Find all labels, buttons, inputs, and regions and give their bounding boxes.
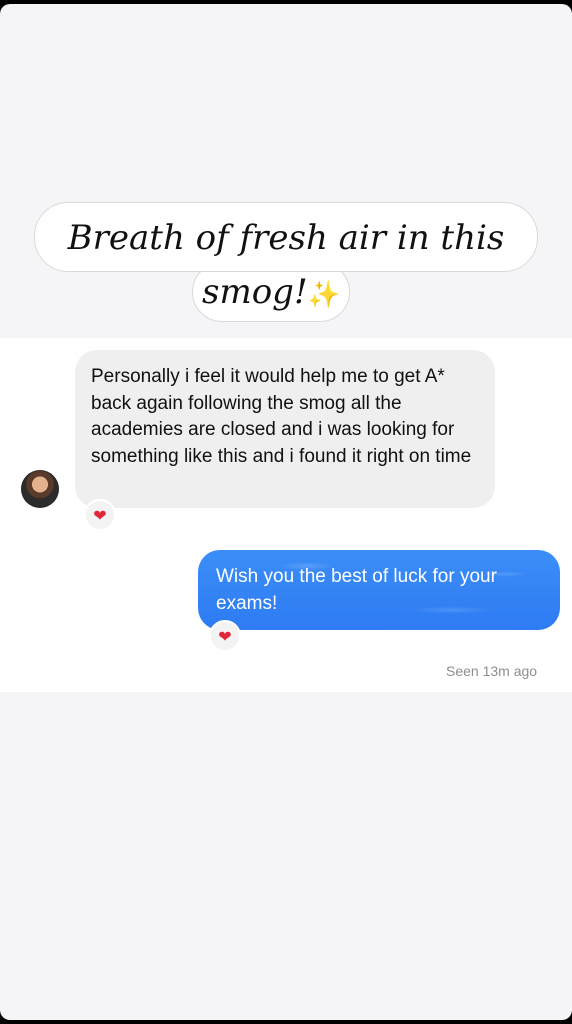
caption-text-line-1: Breath of fresh air in this xyxy=(67,218,505,258)
incoming-message-bubble[interactable]: Personally i feel it would help me to ge… xyxy=(75,350,495,508)
sparkles-icon: ✨ xyxy=(307,280,340,310)
incoming-message-text: Personally i feel it would help me to ge… xyxy=(91,366,472,467)
seen-status: Seen 13m ago xyxy=(446,663,538,679)
heart-reaction-icon[interactable]: ❤ xyxy=(209,620,241,652)
caption-sticker-line-1: Breath of fresh air in this xyxy=(34,202,538,272)
heart-reaction-icon[interactable]: ❤ xyxy=(84,499,116,531)
caption-text-line-2: smog! xyxy=(202,272,308,312)
avatar[interactable] xyxy=(21,470,59,508)
outgoing-message-bubble[interactable]: Wish you the best of luck for your exams… xyxy=(198,550,560,630)
outgoing-message-text: Wish you the best of luck for your exams… xyxy=(216,566,497,614)
